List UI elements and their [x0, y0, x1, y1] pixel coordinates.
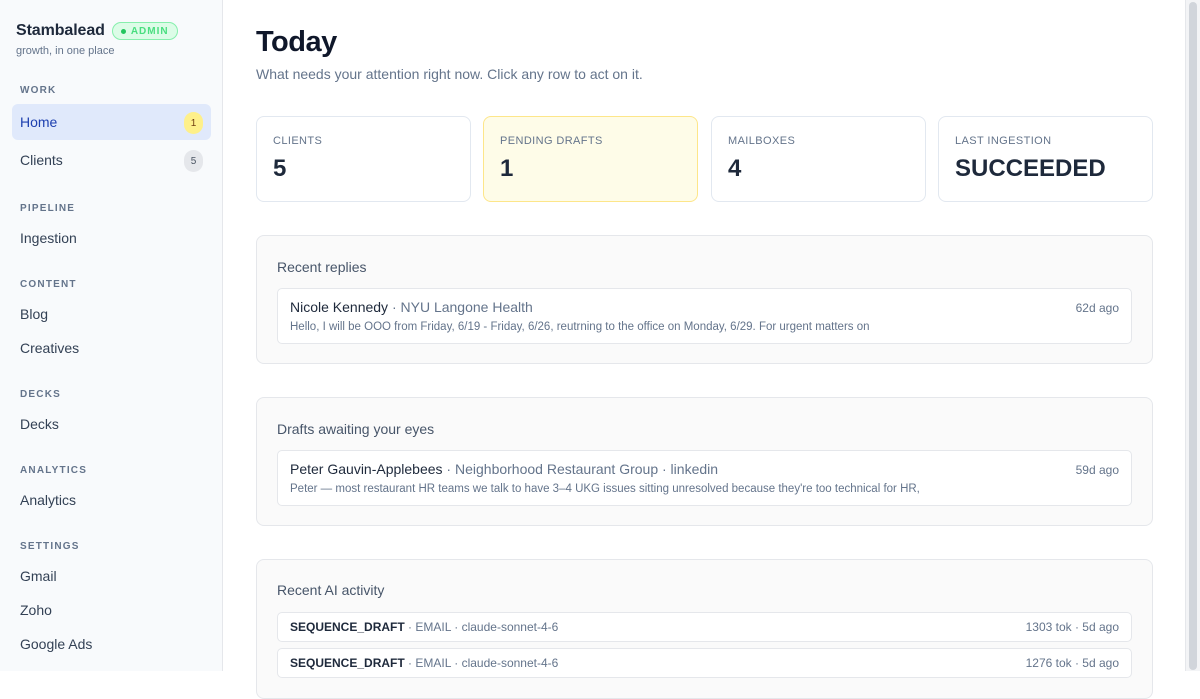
activity-row[interactable]: SEQUENCE_DRAFT · EMAIL · claude-sonnet-4… [277, 648, 1132, 678]
admin-badge: ADMIN [111, 22, 178, 40]
row-snippet: Peter — most restaurant HR teams we talk… [290, 483, 920, 495]
draft-row[interactable]: Peter Gauvin-Applebees · Neighborhood Re… [277, 450, 1132, 506]
tagline: growth, in one place [16, 45, 115, 57]
contact-org: · NYU Langone Health [388, 299, 533, 315]
sidebar-item-blog[interactable]: Blog [12, 296, 211, 332]
section-label-settings: SETTINGS [20, 541, 80, 552]
section-label-content: CONTENT [20, 279, 77, 290]
section-label-pipeline: PIPELINE [20, 203, 76, 214]
panel-title: Drafts awaiting your eyes [277, 421, 435, 437]
sidebar-item-label: Google Ads [20, 636, 93, 652]
activity-usage: 1276 tok · 5d ago [1025, 656, 1119, 670]
sidebar-item-label: Clients [20, 152, 63, 168]
stat-value: 4 [728, 155, 742, 182]
activity-row[interactable]: SEQUENCE_DRAFT · EMAIL · claude-sonnet-4… [277, 612, 1132, 642]
sidebar-item-label: Zoho [20, 602, 52, 618]
sidebar-item-label: Analytics [20, 492, 77, 508]
sidebar-item-label: Creatives [20, 340, 80, 356]
section-label-work: WORK [20, 85, 57, 96]
activity-kind: SEQUENCE_DRAFT [290, 656, 405, 670]
row-heading: Nicole Kennedy · NYU Langone Health [290, 299, 533, 315]
stat-label: MAILBOXES [728, 135, 796, 147]
sidebar-item-creatives[interactable]: Creatives [12, 330, 211, 366]
sidebar-item-label: Home [20, 114, 58, 130]
sidebar-item-home[interactable]: Home 1 [12, 104, 211, 140]
row-timestamp: 62d ago [1075, 301, 1119, 315]
activity-usage: 1303 tok · 5d ago [1025, 620, 1119, 634]
panel-title: Recent replies [277, 259, 367, 275]
sidebar-item-label: Blog [20, 306, 49, 322]
sidebar-item-decks[interactable]: Decks [12, 406, 211, 442]
status-dot-icon [120, 28, 126, 34]
admin-badge-label: ADMIN [130, 25, 169, 37]
contact-name: Peter Gauvin-Applebees [290, 461, 443, 477]
stat-label: PENDING DRAFTS [500, 135, 603, 147]
activity-description: SEQUENCE_DRAFT · EMAIL · claude-sonnet-4… [290, 656, 558, 670]
recent-replies-panel: Recent replies Nicole Kennedy · NYU Lang… [256, 235, 1153, 364]
sidebar-item-clients[interactable]: Clients 5 [12, 142, 211, 178]
page-subtitle: What needs your attention right now. Cli… [256, 66, 643, 82]
ai-activity-panel: Recent AI activity SEQUENCE_DRAFT · EMAI… [256, 559, 1153, 699]
contact-name: Nicole Kennedy [290, 299, 389, 315]
section-label-analytics: ANALYTICS [20, 465, 88, 476]
activity-meta: · EMAIL · claude-sonnet-4-6 [404, 620, 559, 634]
sidebar-item-label: Decks [20, 416, 59, 432]
scrollbar[interactable] [1185, 0, 1200, 671]
stat-card-last-ingestion: LAST INGESTION SUCCEEDED [938, 116, 1153, 202]
sidebar-item-ingestion[interactable]: Ingestion [12, 220, 211, 256]
stat-card-pending-drafts: PENDING DRAFTS 1 [483, 116, 698, 202]
reply-row[interactable]: Nicole Kennedy · NYU Langone Health 62d … [277, 288, 1132, 344]
sidebar-item-zoho[interactable]: Zoho [12, 592, 211, 628]
activity-kind: SEQUENCE_DRAFT [290, 620, 405, 634]
sidebar: Stambalead ADMIN growth, in one place WO… [0, 0, 223, 671]
page-title: Today [256, 26, 337, 58]
contact-org: · Neighborhood Restaurant Group · linked… [442, 461, 719, 477]
brand-name: Stambalead [16, 22, 105, 39]
stat-card-clients: CLIENTS 5 [256, 116, 471, 202]
sidebar-item-gmail[interactable]: Gmail [12, 558, 211, 594]
activity-meta: · EMAIL · claude-sonnet-4-6 [404, 656, 559, 670]
brand: Stambalead ADMIN [16, 22, 178, 40]
sidebar-item-label: Gmail [20, 568, 57, 584]
sidebar-item-label: Ingestion [20, 230, 77, 246]
row-snippet: Hello, I will be OOO from Friday, 6/19 -… [290, 321, 870, 333]
scrollbar-thumb[interactable] [1189, 2, 1197, 670]
sidebar-item-analytics[interactable]: Analytics [12, 482, 211, 518]
stat-value: 5 [273, 155, 287, 182]
row-timestamp: 59d ago [1075, 463, 1119, 477]
stat-value: 1 [500, 155, 514, 182]
sidebar-item-google-ads[interactable]: Google Ads [12, 626, 211, 662]
stat-card-mailboxes: MAILBOXES 4 [711, 116, 926, 202]
stat-value: SUCCEEDED [955, 155, 1106, 182]
stat-label: LAST INGESTION [955, 135, 1052, 147]
section-label-decks: DECKS [20, 389, 62, 400]
drafts-panel: Drafts awaiting your eyes Peter Gauvin-A… [256, 397, 1153, 526]
count-badge: 5 [184, 150, 203, 172]
stat-label: CLIENTS [273, 135, 323, 147]
panel-title: Recent AI activity [277, 582, 385, 598]
activity-description: SEQUENCE_DRAFT · EMAIL · claude-sonnet-4… [290, 620, 558, 634]
row-heading: Peter Gauvin-Applebees · Neighborhood Re… [290, 461, 718, 477]
count-badge: 1 [184, 112, 203, 134]
